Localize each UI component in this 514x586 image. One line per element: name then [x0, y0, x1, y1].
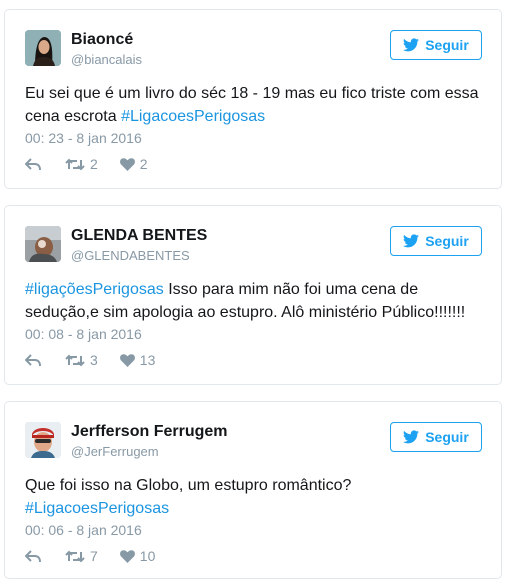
- like-button[interactable]: 2: [119, 156, 148, 172]
- retweet-count: 3: [90, 352, 98, 368]
- heart-icon: [119, 549, 135, 563]
- avatar[interactable]: [25, 422, 61, 458]
- retweet-count: 2: [90, 156, 98, 172]
- tweet-card: Jerfferson Ferrugem @JerFerrugem Seguir …: [4, 401, 502, 579]
- reply-button[interactable]: [25, 353, 43, 367]
- twitter-bird-icon: [403, 430, 420, 444]
- tweet-actions: 2 2: [25, 156, 148, 172]
- follow-label: Seguir: [425, 233, 469, 249]
- avatar[interactable]: [25, 30, 61, 66]
- tweet-card: Biaoncé @biancalais Seguir Eu sei que é …: [4, 9, 502, 189]
- user-handle[interactable]: @GLENDABENTES: [71, 248, 190, 263]
- reply-icon: [25, 549, 41, 562]
- heart-icon: [119, 157, 135, 171]
- tweet-text: Que foi isso na Globo, um estupro românt…: [25, 474, 487, 520]
- timestamp[interactable]: 00: 08 - 8 jan 2016: [25, 326, 142, 342]
- tweet-card: GLENDA BENTES @GLENDABENTES Seguir #liga…: [4, 205, 502, 385]
- tweet-actions: 3 13: [25, 352, 155, 368]
- user-name[interactable]: GLENDA BENTES: [71, 227, 207, 245]
- hashtag-link[interactable]: #LigacoesPerigosas: [25, 500, 169, 517]
- twitter-bird-icon: [403, 38, 420, 52]
- timestamp[interactable]: 00: 23 - 8 jan 2016: [25, 130, 142, 146]
- hashtag-link[interactable]: #ligaçõesPerigosas: [25, 281, 164, 298]
- follow-label: Seguir: [425, 37, 469, 53]
- reply-icon: [25, 157, 41, 170]
- like-count: 13: [139, 352, 156, 368]
- reply-icon: [25, 353, 41, 366]
- user-name[interactable]: Jerfferson Ferrugem: [71, 423, 228, 441]
- retweet-count: 7: [90, 548, 98, 564]
- like-count: 2: [139, 156, 148, 172]
- like-button[interactable]: 10: [119, 548, 156, 564]
- twitter-bird-icon: [403, 234, 420, 248]
- reply-button[interactable]: [25, 549, 43, 563]
- avatar[interactable]: [25, 226, 61, 262]
- tweet-text: Eu sei que é um livro do séc 18 - 19 mas…: [25, 82, 487, 128]
- like-button[interactable]: 13: [119, 352, 156, 368]
- follow-button[interactable]: Seguir: [390, 30, 482, 60]
- user-name[interactable]: Biaoncé: [71, 31, 133, 49]
- tweet-text: #ligaçõesPerigosas Isso para mim não foi…: [25, 278, 487, 324]
- retweet-button[interactable]: 2: [65, 156, 98, 172]
- tweet-text-body: Que foi isso na Globo, um estupro românt…: [25, 477, 352, 494]
- heart-icon: [119, 353, 135, 367]
- timestamp[interactable]: 00: 06 - 8 jan 2016: [25, 522, 142, 538]
- retweet-icon: [65, 354, 85, 366]
- tweet-actions: 7 10: [25, 548, 155, 564]
- retweet-button[interactable]: 7: [65, 548, 98, 564]
- follow-button[interactable]: Seguir: [390, 422, 482, 452]
- follow-button[interactable]: Seguir: [390, 226, 482, 256]
- follow-label: Seguir: [425, 429, 469, 445]
- retweet-button[interactable]: 3: [65, 352, 98, 368]
- reply-button[interactable]: [25, 157, 43, 171]
- like-count: 10: [139, 548, 156, 564]
- user-handle[interactable]: @JerFerrugem: [71, 444, 159, 459]
- retweet-icon: [65, 158, 85, 170]
- hashtag-link[interactable]: #LigacoesPerigosas: [121, 108, 265, 125]
- user-handle[interactable]: @biancalais: [71, 52, 142, 67]
- retweet-icon: [65, 550, 85, 562]
